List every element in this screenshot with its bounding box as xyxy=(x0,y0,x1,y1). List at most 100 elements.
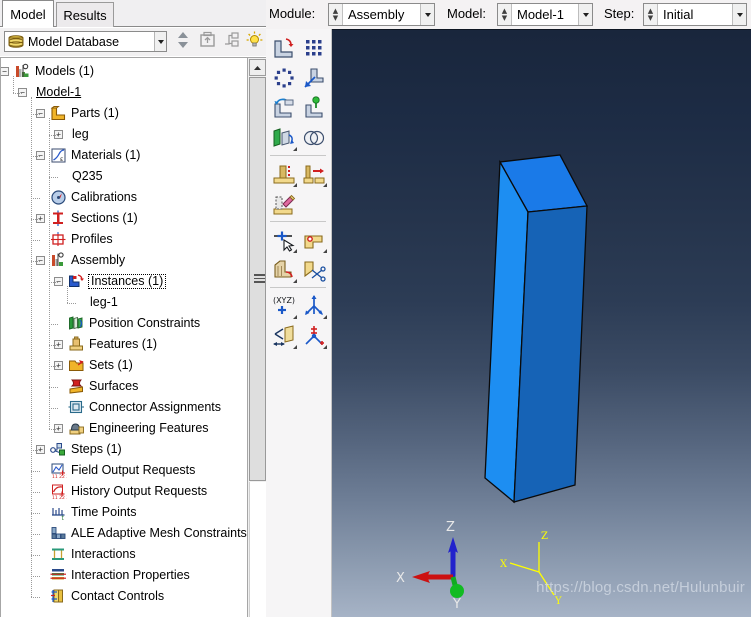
tree-item-label: Calibrations xyxy=(71,190,138,205)
chevron-down-icon[interactable] xyxy=(154,32,166,51)
model-spinner[interactable]: ▲ ▼ xyxy=(498,4,512,25)
create-set-button[interactable] xyxy=(269,225,299,255)
create-datum-csys-button[interactable] xyxy=(299,321,329,351)
tree-item-label: Model-1 xyxy=(36,85,82,100)
axis-z: Z xyxy=(446,520,458,577)
sets-icon xyxy=(68,357,85,374)
module-label: Module: xyxy=(269,6,316,21)
tree-item-label: Parts (1) xyxy=(71,106,119,121)
tree-item-position-constraints[interactable]: Position Constraints xyxy=(1,313,247,334)
position-constraints-icon xyxy=(68,315,85,332)
axis-x: X xyxy=(396,571,453,586)
delete-constraint-button[interactable] xyxy=(269,189,299,219)
parent-folder-button[interactable] xyxy=(196,31,218,53)
module-spinner[interactable]: ▲ ▼ xyxy=(329,4,343,25)
merge-cut-button[interactable] xyxy=(299,123,329,153)
radial-pattern-button[interactable] xyxy=(269,63,299,93)
partition-cell-button[interactable] xyxy=(269,255,299,285)
step-combo-value: Initial xyxy=(663,7,694,22)
scrollbar-track[interactable] xyxy=(249,482,266,617)
model-database-combo[interactable]: Model Database xyxy=(4,31,167,52)
tree-connector xyxy=(31,155,40,157)
model-database-toolbar: Model Database xyxy=(0,28,266,56)
tree-item-models-1[interactable]: − Models (1) xyxy=(1,61,247,82)
tree-connector xyxy=(31,491,40,493)
tree-item-label: Engineering Features xyxy=(89,421,209,436)
tree-connector xyxy=(31,554,40,556)
link-tree-button[interactable] xyxy=(220,31,242,53)
toolbar-separator-2 xyxy=(270,221,326,222)
tree-item-connector-assignments[interactable]: Connector Assignments xyxy=(1,397,247,418)
model-combo[interactable]: ▲ ▼ Model-1 xyxy=(497,3,593,26)
toolbar-separator-3 xyxy=(270,287,326,288)
rotate-instance-button[interactable] xyxy=(269,93,299,123)
scrollbar-up-button[interactable] xyxy=(249,59,266,76)
tree-item-features-1[interactable]: + Features (1) xyxy=(1,334,247,355)
model-chevron-down-icon[interactable] xyxy=(578,4,592,25)
tree-connector xyxy=(49,365,58,367)
model-tree[interactable]: − Models (1) − Model-1− Parts (1) + leg − ε Ma… xyxy=(1,58,247,617)
tree-item-label: Connector Assignments xyxy=(89,400,222,415)
create-instance-button[interactable] xyxy=(269,33,299,63)
tree-item-label: Q235 xyxy=(72,169,103,184)
create-datum-plane-button[interactable] xyxy=(269,321,299,351)
panel-tab-strip: Results Model xyxy=(0,0,266,28)
tree-connector xyxy=(49,344,58,346)
scrollbar-grip-icon xyxy=(254,274,265,283)
collapse-toggle[interactable]: − xyxy=(1,67,9,76)
tree-item-label: Interaction Properties xyxy=(71,568,190,583)
tree-item-leg-1[interactable]: leg-1 xyxy=(1,292,247,313)
step-combo[interactable]: ▲ ▼ Initial xyxy=(643,3,747,26)
rotate-instance-icon xyxy=(274,98,294,118)
module-combo[interactable]: ▲ ▼ Assembly xyxy=(328,3,435,26)
tree-item-engineering-features[interactable]: + Engineering Features xyxy=(1,418,247,439)
tree-item-q235[interactable]: Q235 xyxy=(1,166,247,187)
tree-item-label: leg-1 xyxy=(90,295,118,310)
sections-icon xyxy=(50,210,67,227)
database-icon xyxy=(7,34,25,50)
translate-instance-button[interactable] xyxy=(299,63,329,93)
3d-viewport[interactable]: Z X Y Z X Y https://blog.csdn.net/Hulunb… xyxy=(332,29,751,617)
tree-item-surfaces[interactable]: Surfaces xyxy=(1,376,247,397)
tree-item-label: Materials (1) xyxy=(71,148,141,163)
watermark-text: https://blog.csdn.net/Hulunbuir xyxy=(536,579,745,596)
tree-connector xyxy=(13,92,22,94)
cut-partition-icon xyxy=(304,261,326,282)
linear-pattern-button[interactable] xyxy=(299,33,329,63)
tab-results[interactable]: Results xyxy=(56,2,114,27)
tree-item-instances-1[interactable]: − Instances (1) xyxy=(1,271,247,292)
tree-link-icon xyxy=(223,31,240,53)
model-combo-value: Model-1 xyxy=(517,7,564,22)
tree-item-label: History Output Requests xyxy=(71,484,208,499)
model-database-combo-value: Model Database xyxy=(28,34,120,49)
tree-item-label: Features (1) xyxy=(89,337,158,352)
tree-guide-line xyxy=(13,76,14,93)
updown-arrows-button[interactable] xyxy=(172,31,194,53)
tree-item-leg[interactable]: + leg xyxy=(1,124,247,145)
step-chevron-down-icon[interactable] xyxy=(732,4,746,25)
step-spinner[interactable]: ▲ ▼ xyxy=(644,4,658,25)
create-surface-button[interactable] xyxy=(299,225,329,255)
create-constraint-button[interactable] xyxy=(269,159,299,189)
create-datum-axis-button[interactable] xyxy=(299,291,329,321)
create-datum-point-button[interactable]: (XYZ) xyxy=(269,291,299,321)
translate-to-button[interactable] xyxy=(299,93,329,123)
tab-model[interactable]: Model xyxy=(2,0,54,27)
tree-item-sets-1[interactable]: + Sets (1) xyxy=(1,355,247,376)
calibrations-icon xyxy=(50,189,67,206)
tree-connector xyxy=(49,176,58,178)
scrollbar-thumb[interactable] xyxy=(249,77,266,481)
tree-item-model-1[interactable]: − Model-1 xyxy=(1,82,247,103)
tree-item-label: Profiles xyxy=(71,232,113,247)
tree-item-label: Interactions xyxy=(71,547,136,562)
face-to-face-button[interactable] xyxy=(269,123,299,153)
tree-connector xyxy=(31,533,40,535)
edit-constraint-button[interactable] xyxy=(299,159,329,189)
model-tree-scrollbar[interactable] xyxy=(247,58,266,617)
instances-icon xyxy=(68,273,85,290)
module-chevron-down-icon[interactable] xyxy=(420,4,434,25)
merge-cut-icon xyxy=(303,130,325,146)
part-triad-y-label: Y xyxy=(554,596,562,607)
cut-partition-button[interactable] xyxy=(299,255,329,285)
tip-light-button[interactable] xyxy=(243,31,265,53)
